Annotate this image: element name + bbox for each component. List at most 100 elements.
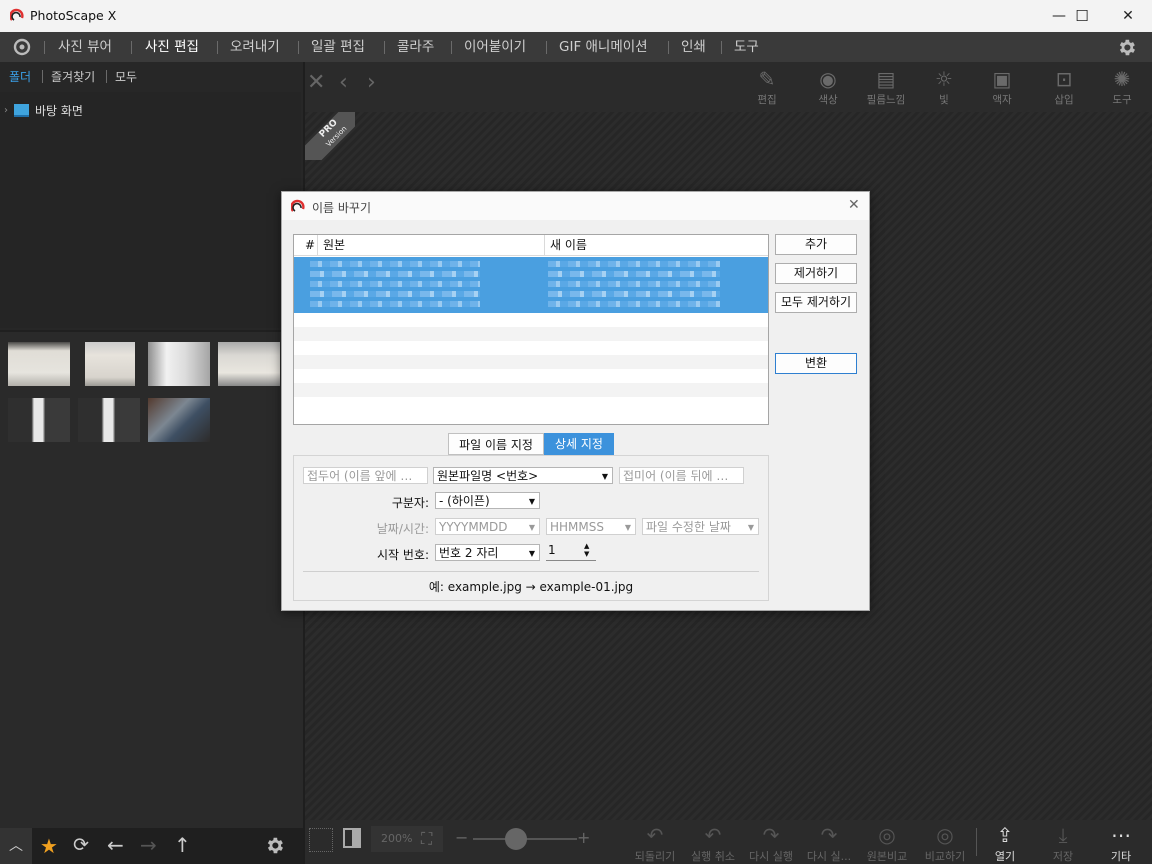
rename-file-list[interactable]: # 원본 새 이름 (293, 234, 769, 425)
up-arrow-icon[interactable]: ↑ (174, 833, 191, 857)
zoom-in-icon[interactable]: + (577, 828, 590, 847)
thumbnail[interactable] (8, 398, 70, 442)
menu-photo-viewer[interactable]: 사진 뷰어 (58, 32, 112, 62)
rename-dialog: 이름 바꾸기 ✕ # 원본 새 이름 추가 제거하기 모두 제거하기 변환 파일… (281, 191, 870, 611)
tree-item-desktop[interactable]: › 바탕 화면 (4, 102, 83, 118)
list-row[interactable] (294, 327, 768, 341)
tab-detail[interactable]: 상세 지정 (544, 433, 614, 455)
menu-batch-editor[interactable]: 일괄 편집 (311, 32, 365, 62)
back-arrow-icon[interactable]: ← (107, 833, 124, 857)
tab-file-name[interactable]: 파일 이름 지정 (448, 433, 544, 455)
dropdown-arrow-icon: ▼ (528, 549, 535, 558)
settings-gear-icon[interactable] (1116, 37, 1137, 58)
tool-film[interactable]: ▤ 필름느낌 (861, 66, 911, 107)
revert-button[interactable]: ↶ 되돌리기 (627, 820, 683, 864)
undo-button[interactable]: ↶ 실행 취소 (685, 820, 741, 864)
tool-insert[interactable]: ⊡ 삽입 (1039, 66, 1089, 107)
tab-favorites[interactable]: 즐겨찾기 (51, 68, 95, 85)
thumbnail[interactable] (8, 342, 70, 386)
thumbnail[interactable] (148, 342, 210, 386)
next-image-icon[interactable]: › (367, 70, 376, 95)
menu-separator (546, 41, 547, 54)
column-header-original[interactable]: 원본 (318, 235, 545, 256)
suffix-input[interactable]: 접미어 (이름 뒤에 … (619, 467, 744, 484)
column-header-new-name[interactable]: 새 이름 (545, 235, 768, 256)
menu-tools[interactable]: 도구 (734, 32, 759, 62)
thumbnail[interactable] (148, 398, 210, 442)
previous-image-icon[interactable]: ‹ (339, 70, 348, 95)
start-number-stepper[interactable]: 1 ▲ ▼ (546, 542, 596, 561)
time-format-value: HHMMSS (550, 520, 604, 534)
base-name-select[interactable]: 원본파일명 <번호> ▼ (433, 467, 613, 484)
tool-light[interactable]: ☼ 빛 (919, 66, 969, 107)
tool-edit[interactable]: ✎ 편집 (742, 66, 792, 107)
tab-separator (106, 70, 107, 83)
dialog-close-icon[interactable]: ✕ (848, 197, 860, 213)
tool-frame[interactable]: ▣ 액자 (977, 66, 1027, 107)
blurred-filename (310, 291, 480, 297)
grid-icon[interactable] (309, 828, 333, 852)
list-row[interactable] (294, 355, 768, 369)
menu-separator (451, 41, 452, 54)
date-format-select[interactable]: YYYYMMDD ▼ (435, 518, 540, 535)
forward-arrow-icon[interactable]: → (140, 833, 157, 857)
menu-photo-editor[interactable]: 사진 편집 (145, 32, 199, 62)
thumbnail[interactable] (78, 398, 140, 442)
compare-original-button[interactable]: ◎ 원본비교 (859, 820, 915, 864)
separator-select[interactable]: - (하이픈) ▼ (435, 492, 540, 509)
menu-print[interactable]: 인쇄 (681, 32, 706, 62)
collapse-up-icon[interactable]: ︿ (0, 828, 32, 864)
time-format-select[interactable]: HHMMSS ▼ (546, 518, 636, 535)
thumbnail[interactable] (85, 342, 135, 386)
digits-select[interactable]: 번호 2 자리 ▼ (435, 544, 540, 561)
chevron-right-icon[interactable]: › (4, 105, 8, 116)
close-image-icon[interactable]: ✕ (307, 70, 325, 95)
edit-pencil-icon: ✎ (758, 67, 776, 91)
convert-button[interactable]: 변환 (775, 353, 857, 374)
zoom-out-icon[interactable]: − (455, 828, 468, 847)
menu-gif-animation[interactable]: GIF 애니메이션 (559, 32, 648, 62)
split-view-icon[interactable] (343, 828, 361, 848)
list-row[interactable] (294, 383, 768, 397)
film-icon: ▤ (876, 67, 896, 91)
remove-all-button[interactable]: 모두 제거하기 (775, 292, 857, 313)
more-button[interactable]: ⋯ 기타 (1093, 820, 1149, 864)
menu-cut-out[interactable]: 오려내기 (230, 32, 280, 62)
tool-color[interactable]: ◉ 색상 (803, 66, 853, 107)
remove-button[interactable]: 제거하기 (775, 263, 857, 284)
star-icon[interactable]: ★ (40, 834, 58, 858)
refresh-icon[interactable]: ⟳ (73, 834, 89, 856)
redo-button[interactable]: ↷ 다시 실행 (743, 820, 799, 864)
column-header-number[interactable]: # (294, 235, 318, 256)
tab-folder[interactable]: 폴더 (9, 68, 31, 85)
close-button[interactable]: ✕ (1105, 0, 1151, 32)
tab-all[interactable]: 모두 (115, 68, 137, 85)
fit-screen-icon[interactable]: ⛶ (421, 829, 432, 849)
save-button[interactable]: ⤓ 저장 (1035, 820, 1091, 864)
dropdown-arrow-icon: ▼ (747, 523, 754, 532)
zoom-slider-handle[interactable] (505, 828, 527, 850)
date-source-select[interactable]: 파일 수정한 날짜 ▼ (642, 518, 759, 535)
thumbnail-grid (0, 330, 303, 830)
menu-combine[interactable]: 이어붙이기 (464, 32, 526, 62)
app-home-icon[interactable] (12, 38, 32, 56)
redo-repeat-button[interactable]: ↷ 다시 실... (801, 820, 857, 864)
tool-label: 삽입 (1054, 94, 1074, 106)
prefix-input[interactable]: 접두어 (이름 앞에 … (303, 467, 428, 484)
thumbnail-settings-gear-icon[interactable] (264, 835, 285, 856)
stepper-arrows-icon[interactable]: ▲ ▼ (584, 542, 589, 558)
btool-label: 실행 취소 (691, 850, 735, 863)
add-button[interactable]: 추가 (775, 234, 857, 255)
tool-tools[interactable]: ✺ 도구 (1097, 66, 1147, 107)
zoom-box[interactable]: 200% ⛶ (371, 826, 443, 852)
maximize-button[interactable]: ☐ (1059, 0, 1105, 32)
blurred-filename (310, 301, 480, 307)
start-number-label: 시작 번호: (376, 548, 429, 562)
menu-collage[interactable]: 콜라주 (397, 32, 434, 62)
thumbnail[interactable] (218, 342, 280, 386)
open-button[interactable]: ⇪ 열기 (977, 820, 1033, 864)
blurred-new-filename (548, 261, 720, 267)
selected-file-rows[interactable] (294, 257, 768, 313)
dropdown-arrow-icon: ▼ (528, 497, 535, 506)
compare-button[interactable]: ◎ 비교하기 (917, 820, 973, 864)
